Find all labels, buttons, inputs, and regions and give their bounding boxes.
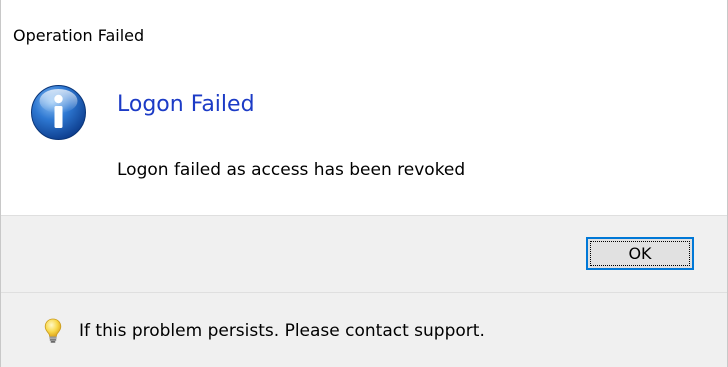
- dialog-title: Operation Failed: [13, 26, 145, 45]
- dialog-content: Logon Failed Logon failed as access has …: [1, 80, 727, 215]
- task-dialog: Operation Failed Logon Failed Logon fail…: [0, 0, 728, 367]
- dialog-footer: If this problem persists. Please contact…: [1, 292, 727, 367]
- button-area: OK: [1, 215, 727, 292]
- dialog-message: Logon failed as access has been revoked: [117, 160, 466, 180]
- dialog-titlebar: Operation Failed: [1, 0, 727, 80]
- information-icon: [31, 85, 86, 140]
- footer-text: If this problem persists. Please contact…: [79, 321, 485, 341]
- lightbulb-icon: [44, 318, 62, 343]
- main-instruction: Logon Failed: [117, 92, 255, 117]
- ok-button[interactable]: OK: [586, 237, 694, 270]
